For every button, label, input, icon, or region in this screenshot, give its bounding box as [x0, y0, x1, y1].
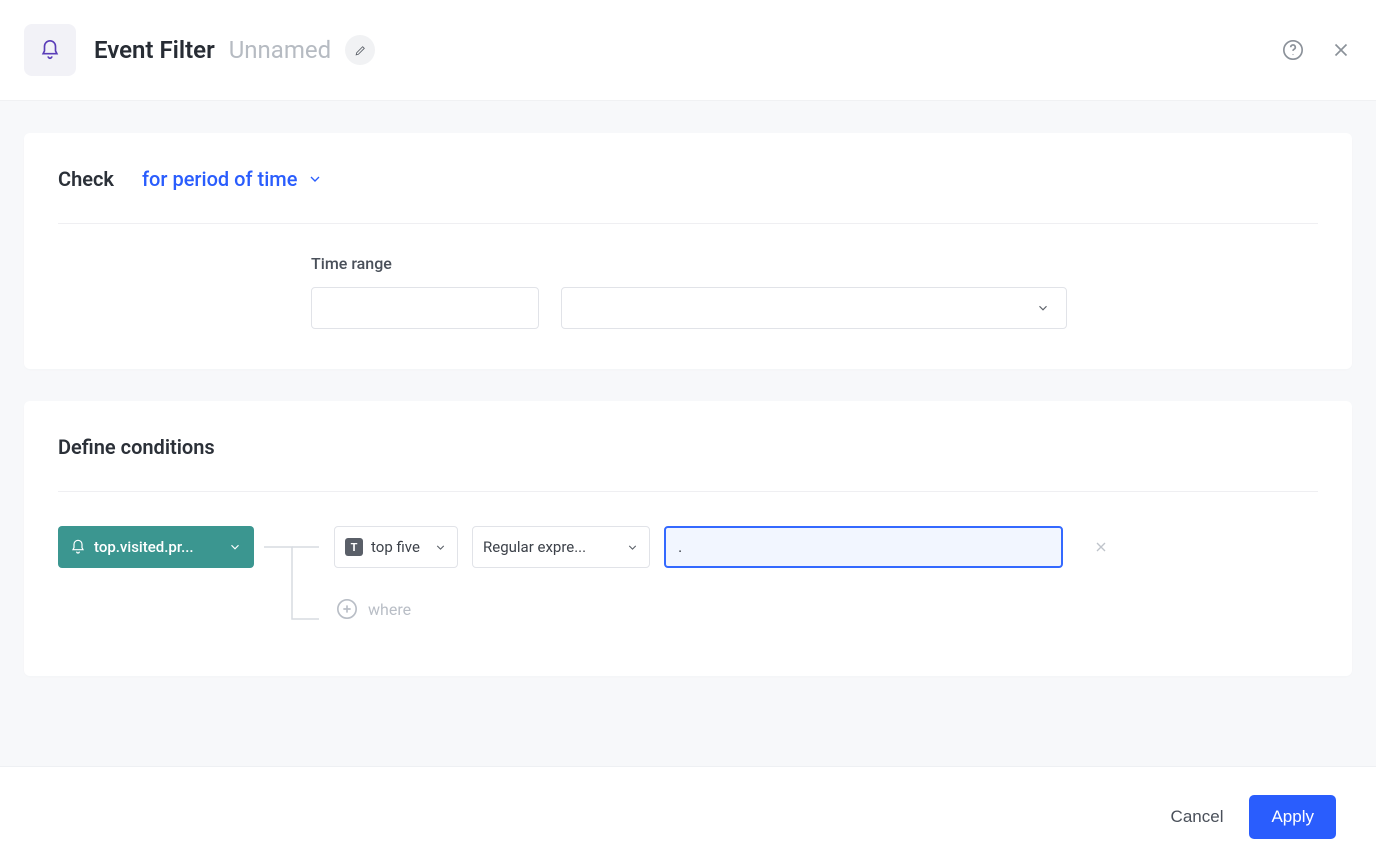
header-right	[1282, 39, 1352, 61]
remove-condition-button[interactable]	[1093, 539, 1109, 555]
event-filter-avatar	[24, 24, 76, 76]
text-type-badge: T	[345, 538, 363, 556]
time-range-inputs	[311, 287, 1318, 329]
time-range-section: Time range	[58, 224, 1318, 329]
cancel-button[interactable]: Cancel	[1171, 807, 1224, 827]
pencil-icon	[354, 44, 367, 57]
plus-circle-icon	[336, 598, 358, 620]
help-icon[interactable]	[1282, 39, 1304, 61]
bell-icon	[39, 39, 61, 61]
conditions-title: Define conditions	[58, 435, 1318, 492]
check-label: Check	[58, 167, 114, 191]
chevron-down-icon	[626, 541, 639, 554]
chevron-down-icon	[228, 540, 242, 554]
check-row: Check for period of time	[58, 167, 1318, 224]
dialog-subtitle: Unnamed	[229, 36, 331, 64]
condition-field-select[interactable]: T top five	[334, 526, 458, 568]
chevron-down-icon	[307, 171, 323, 187]
header-left: Event Filter Unnamed	[24, 24, 1282, 76]
dialog-content: Check for period of time Time range Defi…	[0, 101, 1376, 796]
check-mode-dropdown[interactable]: for period of time	[142, 167, 323, 191]
condition-value-input[interactable]	[664, 526, 1063, 568]
conditions-body: top.visited.pr... T top five R	[58, 492, 1318, 636]
time-range-label: Time range	[311, 254, 1318, 273]
apply-button[interactable]: Apply	[1249, 795, 1336, 839]
condition-field-value: top five	[371, 538, 426, 556]
title-wrap: Event Filter Unnamed	[94, 35, 375, 65]
dialog-header: Event Filter Unnamed	[0, 0, 1376, 101]
add-where-row[interactable]: where	[334, 598, 1109, 620]
condition-row: T top five Regular expre...	[334, 526, 1109, 568]
condition-rows: T top five Regular expre...	[334, 526, 1109, 620]
chevron-down-icon	[434, 541, 447, 554]
condition-operator-value: Regular expre...	[483, 538, 618, 556]
close-icon[interactable]	[1330, 39, 1352, 61]
dialog-title: Event Filter	[94, 36, 215, 64]
edit-name-button[interactable]	[345, 35, 375, 65]
time-range-number-input[interactable]	[311, 287, 539, 329]
check-panel: Check for period of time Time range	[24, 133, 1352, 369]
condition-connector	[264, 526, 324, 636]
condition-source-value: top.visited.pr...	[94, 538, 220, 556]
condition-operator-select[interactable]: Regular expre...	[472, 526, 650, 568]
conditions-panel: Define conditions top.visited.pr...	[24, 401, 1352, 676]
time-range-unit-select[interactable]	[561, 287, 1067, 329]
check-mode-value: for period of time	[142, 167, 297, 191]
condition-source-select[interactable]: top.visited.pr...	[58, 526, 254, 568]
chevron-down-icon	[1036, 301, 1050, 315]
dialog-footer: Cancel Apply	[0, 766, 1376, 866]
where-label: where	[368, 600, 411, 619]
bell-icon	[70, 539, 86, 555]
